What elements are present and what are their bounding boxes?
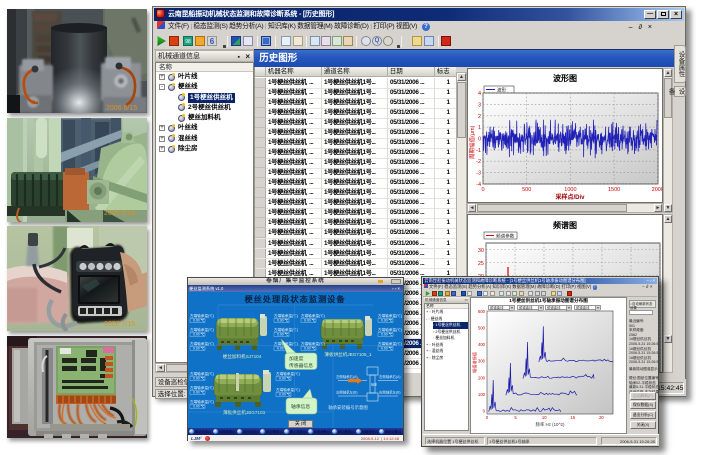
svg-text:3: 3 — [478, 102, 481, 108]
svg-text:右侧轴承右(A): 右侧轴承右(A) — [379, 374, 400, 379]
svg-text:采样点/Div: 采样点/Div — [555, 193, 585, 201]
svg-text:0.00 ℃: 0.00 ℃ — [304, 347, 316, 351]
svg-text:梗丝处理段状态监测设备: 梗丝处理段状态监测设备 — [244, 294, 345, 304]
svg-text:0.00 ℃: 0.00 ℃ — [193, 333, 205, 337]
svg-text:左侧轴承左(B): 左侧轴承左(B) — [336, 390, 357, 395]
svg-text:频谱图: 频谱图 — [553, 220, 577, 230]
svg-text:30: 30 — [478, 248, 484, 254]
svg-text:10: 10 — [542, 415, 547, 420]
svg-text:0.00 ℃: 0.00 ℃ — [381, 319, 393, 323]
svg-text:0.00 ℃: 0.00 ℃ — [193, 347, 205, 351]
svg-text:2: 2 — [478, 114, 481, 120]
svg-text:左端轴承温(℃): 左端轴承温(℃) — [190, 327, 214, 332]
svg-text:轴承: 轴承 — [371, 382, 377, 387]
svg-text:波形图: 波形图 — [553, 73, 577, 83]
svg-text:左端轴承温(℃): 左端轴承温(℃) — [378, 313, 402, 318]
svg-text:左端轴承温(℃): 左端轴承温(℃) — [301, 313, 325, 318]
svg-text:15: 15 — [570, 415, 575, 420]
svg-text:薄板供丝机JBG7103: 薄板供丝机JBG7103 — [223, 409, 266, 416]
svg-text:左端轴承温(℃): 左端轴承温(℃) — [276, 387, 300, 392]
svg-text:2006 5/16: 2006 5/16 — [104, 210, 135, 217]
svg-text:左端轴承温(℃): 左端轴承温(℃) — [274, 327, 298, 332]
svg-text:轴承安装编号示意图: 轴承安装编号示意图 — [328, 404, 368, 411]
svg-text:200: 200 — [478, 375, 486, 380]
svg-text:400: 400 — [478, 342, 486, 347]
svg-text:0.00 ℃: 0.00 ℃ — [193, 319, 205, 323]
svg-text:1: 1 — [478, 125, 481, 131]
svg-text:加速度: 加速度 — [289, 355, 304, 362]
svg-text:0.00 ℃: 0.00 ℃ — [193, 377, 205, 381]
svg-text:左端轴承温(℃): 左端轴承温(℃) — [190, 385, 214, 390]
svg-text:0.00 ℃: 0.00 ℃ — [193, 405, 205, 409]
svg-text:0: 0 — [483, 409, 486, 414]
svg-text:轴承信息: 轴承信息 — [291, 403, 310, 410]
svg-text:左端轴承温(℃): 左端轴承温(℃) — [378, 327, 402, 332]
svg-text:-2: -2 — [476, 159, 481, 165]
svg-text:300: 300 — [478, 359, 486, 364]
svg-text:500: 500 — [478, 326, 486, 331]
svg-text:25: 25 — [478, 261, 484, 267]
svg-text:0.00 ℃: 0.00 ℃ — [381, 333, 393, 337]
svg-text:0: 0 — [486, 415, 489, 420]
svg-text:1000: 1000 — [564, 187, 576, 193]
svg-text:0.00 ℃: 0.00 ℃ — [381, 347, 393, 351]
svg-text:-3: -3 — [476, 171, 481, 177]
svg-text:2000: 2000 — [652, 187, 662, 193]
svg-text:左端轴承温(℃): 左端轴承温(℃) — [190, 371, 214, 376]
svg-text:左端轴承温(℃): 左端轴承温(℃) — [190, 313, 214, 318]
svg-text:左端轴承温(℃): 左端轴承温(℃) — [190, 399, 214, 404]
svg-text:波形: 波形 — [497, 87, 507, 94]
svg-text:0.00 ℃: 0.00 ℃ — [279, 377, 291, 381]
svg-text:1500: 1500 — [608, 187, 620, 193]
svg-text:500: 500 — [522, 187, 531, 193]
svg-text:左端轴承温(℃): 左端轴承温(℃) — [274, 313, 298, 318]
svg-text:100: 100 — [478, 392, 486, 397]
svg-text:频谱参数: 频谱参数 — [496, 233, 515, 240]
svg-text:左端轴承温(℃): 左端轴承温(℃) — [276, 371, 300, 376]
svg-text:0.00 ℃: 0.00 ℃ — [193, 391, 205, 395]
svg-text:2006 6/15: 2006 6/15 — [106, 105, 137, 112]
svg-text:梗丝加料机SJ7104: 梗丝加料机SJ7104 — [223, 353, 262, 360]
svg-text:-1: -1 — [476, 148, 481, 154]
svg-text:2006 7/15: 2006 7/15 — [104, 321, 135, 328]
svg-text:0: 0 — [481, 187, 484, 193]
svg-text:传感器信息: 传感器信息 — [289, 362, 313, 369]
svg-text:幅值谱振值: 幅值谱振值 — [471, 352, 478, 373]
svg-text:0: 0 — [478, 137, 481, 143]
svg-text:5: 5 — [514, 415, 517, 420]
svg-text:周期幅值(μm): 周期幅值(μm) — [468, 125, 476, 159]
svg-text:频率 Hz (10^2): 频率 Hz (10^2) — [536, 421, 565, 428]
svg-text:4: 4 — [478, 91, 481, 97]
svg-text:600: 600 — [478, 309, 486, 314]
svg-text:0.00 ℃: 0.00 ℃ — [279, 393, 291, 397]
svg-text:0.00 ℃: 0.00 ℃ — [277, 319, 289, 323]
svg-text:0.00 ℃: 0.00 ℃ — [304, 319, 316, 323]
svg-text:左侧轴承右(A): 左侧轴承右(A) — [336, 374, 357, 379]
svg-text:右侧轴承左(B): 右侧轴承左(B) — [379, 390, 400, 395]
svg-text:薄板烘丝机JBG7105_1: 薄板烘丝机JBG7105_1 — [324, 351, 372, 358]
svg-text:20: 20 — [599, 415, 604, 420]
svg-text:0.00 ℃: 0.00 ℃ — [277, 333, 289, 337]
svg-text:-4: -4 — [476, 182, 481, 188]
